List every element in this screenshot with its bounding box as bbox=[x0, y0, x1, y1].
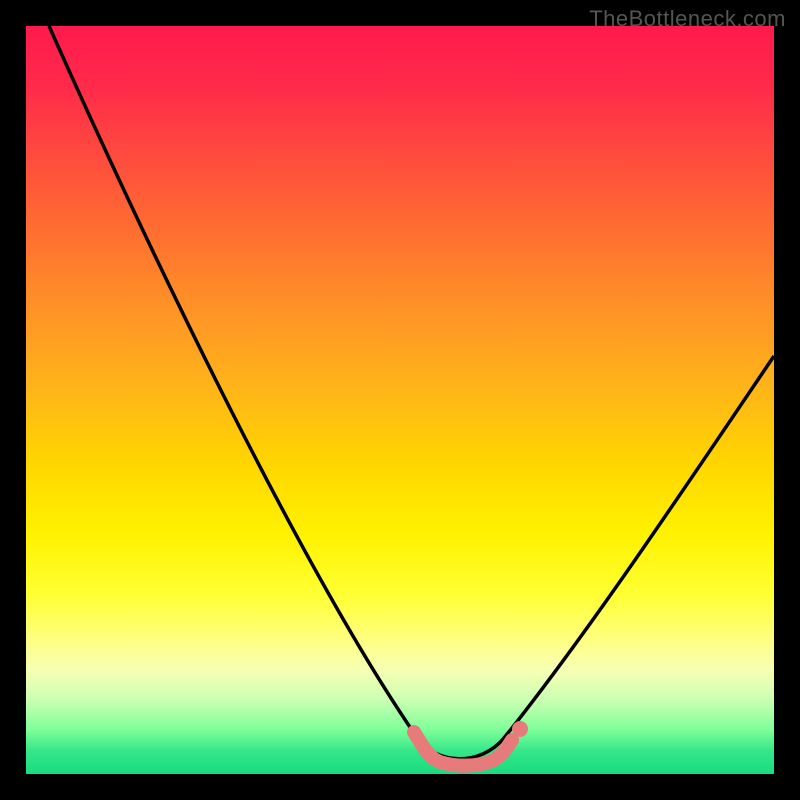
watermark-text: TheBottleneck.com bbox=[589, 6, 786, 32]
bottleneck-chart bbox=[26, 26, 774, 774]
curve-main bbox=[49, 26, 774, 759]
trough-marker-band bbox=[414, 732, 512, 766]
trough-marker-dot bbox=[512, 721, 528, 737]
